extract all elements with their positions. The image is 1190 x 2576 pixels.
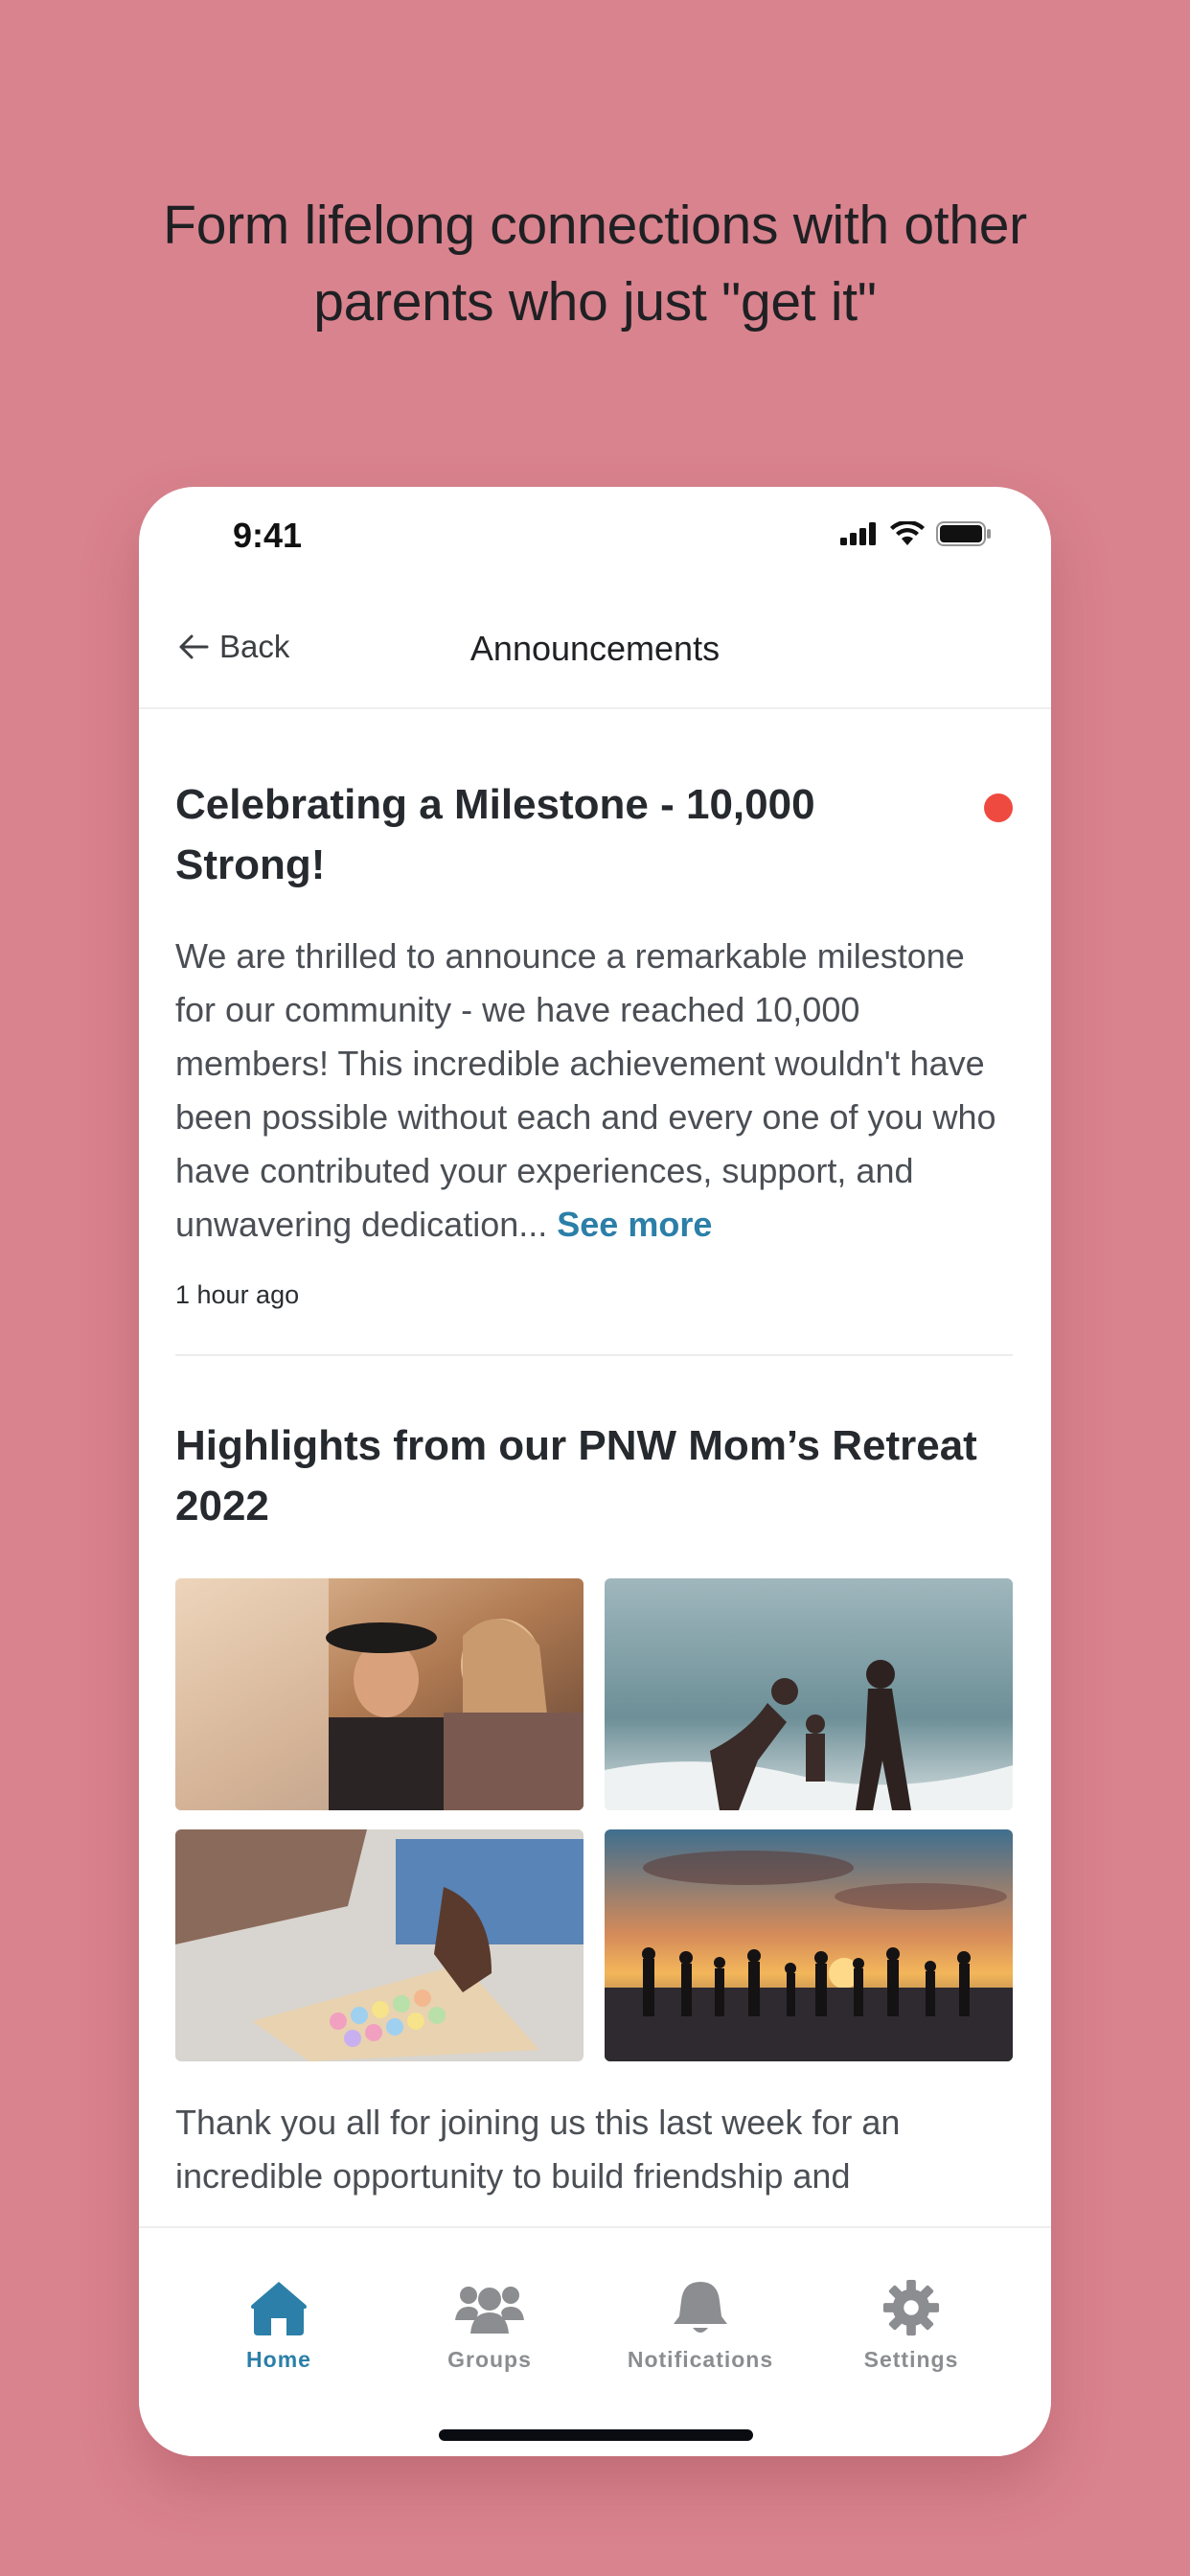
signal-icon — [840, 522, 876, 545]
groups-icon — [455, 2287, 524, 2334]
status-icons — [840, 521, 992, 546]
tab-bar: Home Groups Notifications Settings — [139, 2226, 1051, 2456]
wifi-icon — [890, 521, 925, 545]
home-indicator — [439, 2429, 753, 2441]
announcement-body: We are thrilled to announce a remarkable… — [175, 930, 1013, 1252]
screen-title: Announcements — [469, 629, 721, 668]
tab-groups[interactable]: Groups — [384, 2278, 595, 2373]
gear-icon — [882, 2279, 940, 2336]
tab-label: Groups — [447, 2347, 532, 2372]
see-more-link[interactable]: See more — [557, 1205, 712, 1244]
tab-notifications[interactable]: Notifications — [595, 2278, 806, 2373]
tab-label: Home — [246, 2347, 311, 2372]
beach-family-photo[interactable] — [605, 1578, 1013, 1810]
sidewalk-chalk-photo[interactable] — [175, 1829, 584, 2061]
sunset-group-photo[interactable] — [605, 1829, 1013, 2061]
status-time: 9:41 — [233, 516, 303, 555]
announcement-body-text: We are thrilled to announce a remarkable… — [175, 936, 996, 1244]
tab-settings[interactable]: Settings — [806, 2278, 1017, 2373]
photo-grid — [175, 1578, 1013, 2061]
tab-home[interactable]: Home — [173, 2278, 384, 2373]
announcement-card[interactable]: Celebrating a Milestone - 10,000 Strong!… — [175, 774, 1013, 1310]
unread-indicator — [984, 794, 1013, 822]
announcement-title: Celebrating a Milestone - 10,000 Strong! — [175, 781, 815, 888]
nav-bar: Back Announcements — [139, 602, 1051, 709]
headline-line-2: parents who just "get it" — [313, 271, 877, 333]
tab-label: Settings — [863, 2347, 959, 2372]
divider — [175, 1354, 1013, 1356]
announcement-title: Highlights from our PNW Mom’s Retreat 20… — [175, 1422, 977, 1530]
phone-screen: 9:41 Back Announcements Celebrating a Mi… — [139, 487, 1051, 2456]
battery-icon — [936, 521, 991, 546]
home-icon — [251, 2282, 307, 2335]
women-laughing-photo[interactable] — [175, 1578, 584, 1810]
timestamp: 1 hour ago — [175, 1280, 300, 1309]
bell-icon — [674, 2282, 727, 2333]
headline-line-1: Form lifelong connections with other — [163, 195, 1027, 256]
announcement-card[interactable]: Highlights from our PNW Mom’s Retreat 20… — [175, 1415, 1013, 2203]
marketing-headline: Form lifelong connections with other par… — [0, 187, 1190, 340]
tab-label: Notifications — [627, 2347, 774, 2372]
announcement-feed: Celebrating a Milestone - 10,000 Strong!… — [175, 774, 1013, 2203]
announcement-body: Thank you all for joining us this last w… — [175, 2103, 901, 2196]
